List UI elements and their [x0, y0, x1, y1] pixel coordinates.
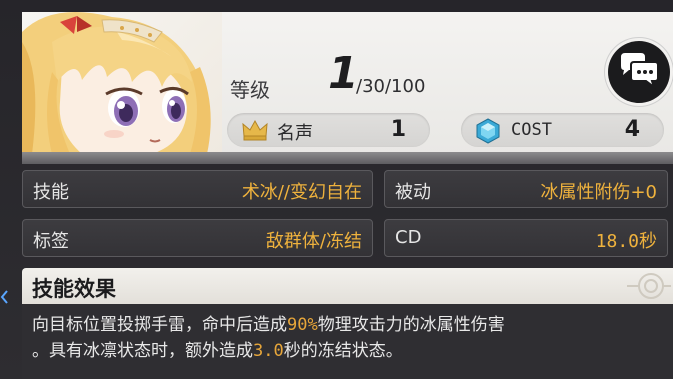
tag-row: 标签 敌群体/冻结 [22, 219, 373, 257]
effect-line2-b: 秒的冻结状态。 [283, 341, 403, 361]
fame-pill: 名声 1 [227, 113, 430, 147]
crystal-icon [476, 118, 500, 144]
cost-label: COST [511, 120, 552, 140]
cd-value: 18.0秒 [595, 231, 657, 252]
tag-key: 标签 [33, 231, 69, 252]
fame-value: 1 [390, 117, 406, 142]
effect-header: 技能效果 [22, 268, 673, 304]
effect-title: 技能效果 [32, 277, 116, 301]
level-max: /30/100 [356, 76, 426, 97]
cd-key: CD [395, 227, 422, 248]
skill-row: 技能 术冰//变幻自在 [22, 170, 373, 208]
effect-line2-highlight: 3.0 [253, 341, 284, 361]
cost-pill: COST 4 [461, 113, 664, 147]
skill-effect-panel: 技能效果 向目标位置投掷手雷，命中后造成90%物理攻击力的冰属性伤害 。具有冰凛… [22, 268, 673, 379]
effect-line2-a: 。具有冰凛状态时，额外造成 [32, 341, 253, 361]
skill-key: 技能 [33, 182, 69, 203]
effect-line1-a: 向目标位置投掷手雷，命中后造成 [32, 315, 287, 335]
level-value: 1 [328, 48, 359, 99]
skill-value: 术冰//变幻自在 [241, 182, 362, 203]
crown-icon [242, 119, 268, 141]
effect-line1-highlight: 90% [287, 315, 318, 335]
chat-bubble-icon [621, 53, 659, 90]
effect-description: 向目标位置投掷手雷，命中后造成90%物理攻击力的冰属性伤害 。具有冰凛状态时，额… [32, 312, 672, 364]
cost-value: 4 [624, 117, 640, 142]
tag-value: 敌群体/冻结 [265, 231, 362, 252]
left-arrow-icon[interactable] [0, 290, 10, 304]
cd-row: CD 18.0秒 [384, 219, 668, 257]
passive-row: 被动 冰属性附伤+0 [384, 170, 668, 208]
chat-button[interactable] [608, 41, 670, 103]
ornament-icon [627, 273, 671, 299]
character-card: 等级 1 /30/100 名声 1 COST 4 [22, 12, 673, 164]
effect-line1-b: 物理攻击力的冰属性伤害 [317, 315, 505, 335]
character-portrait [22, 12, 222, 154]
passive-key: 被动 [395, 182, 431, 203]
fame-label: 名声 [277, 123, 313, 144]
level-label: 等级 [230, 78, 270, 102]
skill-detail-screen: 等级 1 /30/100 名声 1 COST 4 技能 术冰//变幻自在 被动 … [0, 0, 673, 379]
passive-value: 冰属性附伤+0 [540, 182, 657, 203]
